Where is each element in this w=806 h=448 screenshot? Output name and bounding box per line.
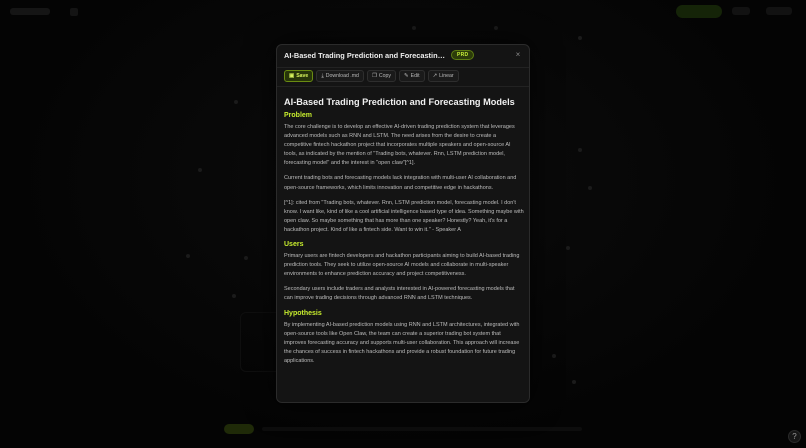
background-node bbox=[412, 26, 416, 30]
background-node bbox=[186, 254, 190, 258]
paragraph: By implementing AI-based prediction mode… bbox=[284, 321, 520, 364]
save-button[interactable]: ▣ Save bbox=[284, 70, 314, 82]
background-menu-icon bbox=[70, 8, 78, 16]
modal-title: AI-Based Trading Prediction and Forecast… bbox=[284, 51, 448, 60]
background-primary-button bbox=[676, 5, 722, 18]
background-node bbox=[234, 100, 238, 104]
paragraph: The core challenge is to develop an effe… bbox=[284, 124, 515, 167]
background-status-pill bbox=[224, 424, 254, 434]
linear-button-label: Linear bbox=[439, 73, 454, 79]
paragraph: Current trading bots and forecasting mod… bbox=[284, 175, 517, 191]
copy-button[interactable]: ❐ Copy bbox=[366, 70, 396, 82]
background-node bbox=[588, 186, 592, 190]
edit-button[interactable]: ✎ Edit bbox=[399, 70, 425, 82]
paragraph: Primary users are fintech developers and… bbox=[284, 253, 520, 278]
background-nav-button bbox=[732, 7, 750, 15]
download-md-button[interactable]: ⤓ Download .md bbox=[316, 70, 364, 82]
modal-header: AI-Based Trading Prediction and Forecast… bbox=[277, 45, 529, 67]
background-node bbox=[244, 256, 248, 260]
save-button-label: Save bbox=[296, 73, 309, 79]
edit-icon: ✎ bbox=[404, 73, 409, 79]
download-icon: ⤓ bbox=[321, 73, 324, 79]
download-button-label: Download .md bbox=[325, 73, 359, 79]
edit-button-label: Edit bbox=[410, 73, 420, 79]
background-node bbox=[578, 36, 582, 40]
background-node bbox=[566, 246, 570, 250]
document-content[interactable]: AI-Based Trading Prediction and Forecast… bbox=[284, 97, 524, 402]
linear-button[interactable]: ↗ Linear bbox=[427, 70, 459, 82]
header-divider bbox=[277, 67, 529, 68]
background-node bbox=[572, 380, 576, 384]
footnote-paragraph: [^1]: cited from "Trading bots, whatever… bbox=[284, 199, 524, 233]
background-account-button bbox=[766, 7, 792, 15]
background-node bbox=[494, 26, 498, 30]
background-logo bbox=[10, 8, 50, 15]
copy-button-label: Copy bbox=[378, 73, 391, 79]
external-link-icon: ↗ bbox=[432, 73, 438, 79]
background-node bbox=[198, 168, 202, 172]
document-title: AI-Based Trading Prediction and Forecast… bbox=[284, 97, 515, 107]
copy-icon: ❐ bbox=[371, 73, 377, 79]
toolbar-divider bbox=[277, 86, 529, 87]
close-icon[interactable]: × bbox=[514, 51, 522, 59]
prd-modal: AI-Based Trading Prediction and Forecast… bbox=[276, 44, 530, 403]
modal-toolbar: ▣ Save ⤓ Download .md ❐ Copy ✎ Edit ↗ Li… bbox=[284, 70, 459, 82]
paragraph: Secondary users include traders and anal… bbox=[284, 286, 515, 302]
section-heading-users: Users bbox=[284, 241, 304, 249]
section-heading-problem: Problem bbox=[284, 112, 313, 119]
save-icon: ▣ bbox=[289, 73, 295, 79]
prd-badge: PRD bbox=[451, 50, 475, 60]
background-node bbox=[552, 354, 556, 358]
help-button[interactable]: ? bbox=[788, 430, 801, 443]
background-node bbox=[578, 148, 582, 152]
section-heading-hypothesis: Hypothesis bbox=[284, 309, 322, 317]
background-node bbox=[232, 294, 236, 298]
background-timeline-bar bbox=[262, 427, 582, 431]
scroll-fade bbox=[277, 388, 529, 402]
